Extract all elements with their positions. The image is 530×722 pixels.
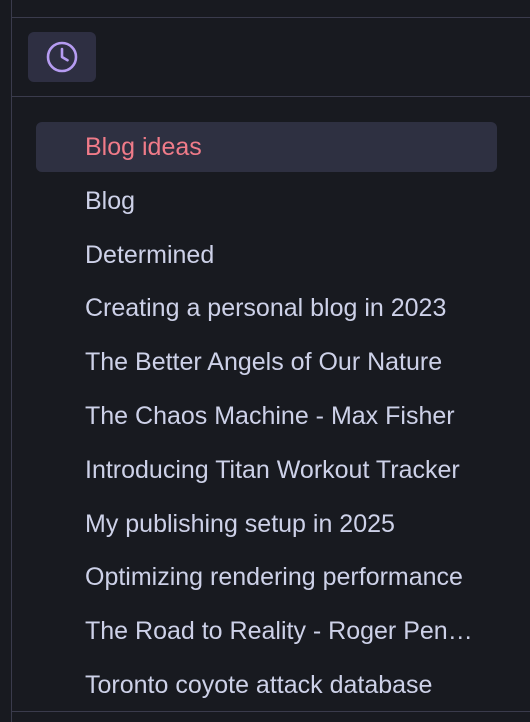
recent-note-item[interactable]: The Better Angels of Our Nature <box>36 337 497 387</box>
recent-note-label: Creating a personal blog in 2023 <box>85 294 447 323</box>
recent-note-label: Introducing Titan Workout Tracker <box>85 455 460 484</box>
recent-note-label: The Road to Reality - Roger Penrose <box>85 617 481 646</box>
recent-note-item[interactable]: Optimizing rendering performance <box>36 552 497 602</box>
recent-note-item[interactable]: Introducing Titan Workout Tracker <box>36 445 497 495</box>
recent-notes-panel: Blog ideas Blog Determined Creating a perso… <box>0 0 530 722</box>
recent-note-label: The Better Angels of Our Nature <box>85 348 443 377</box>
recent-note-item[interactable]: Creating a personal blog in 2023 <box>36 283 497 333</box>
clock-icon <box>45 40 79 74</box>
recent-note-item[interactable]: Toronto coyote attack database <box>36 660 497 710</box>
recent-note-item[interactable]: Blog <box>36 176 497 226</box>
toolbar-divider <box>11 96 530 97</box>
recent-note-item[interactable]: Blog ideas <box>36 122 497 172</box>
recent-note-item[interactable]: The Chaos Machine - Max Fisher <box>36 391 497 441</box>
recent-note-label: The Chaos Machine - Max Fisher <box>85 401 455 430</box>
recent-notes-list: Blog ideas Blog Determined Creating a perso… <box>36 122 497 714</box>
recent-note-item[interactable]: Determined <box>36 230 497 280</box>
recent-note-label: Blog <box>85 186 136 215</box>
recent-note-label: Determined <box>85 240 215 269</box>
recent-note-label: Toronto coyote attack database <box>85 670 433 699</box>
recent-note-item[interactable]: My publishing setup in 2025 <box>36 499 497 549</box>
recent-note-label: Blog ideas <box>85 133 202 161</box>
recent-note-item[interactable]: The Road to Reality - Roger Penrose <box>36 606 497 656</box>
panel-toolbar <box>12 18 530 96</box>
panel-left-border <box>11 0 12 722</box>
recent-note-label: My publishing setup in 2025 <box>85 509 395 538</box>
recent-notes-button[interactable] <box>28 32 96 82</box>
recent-note-label: Optimizing rendering performance <box>85 563 463 592</box>
